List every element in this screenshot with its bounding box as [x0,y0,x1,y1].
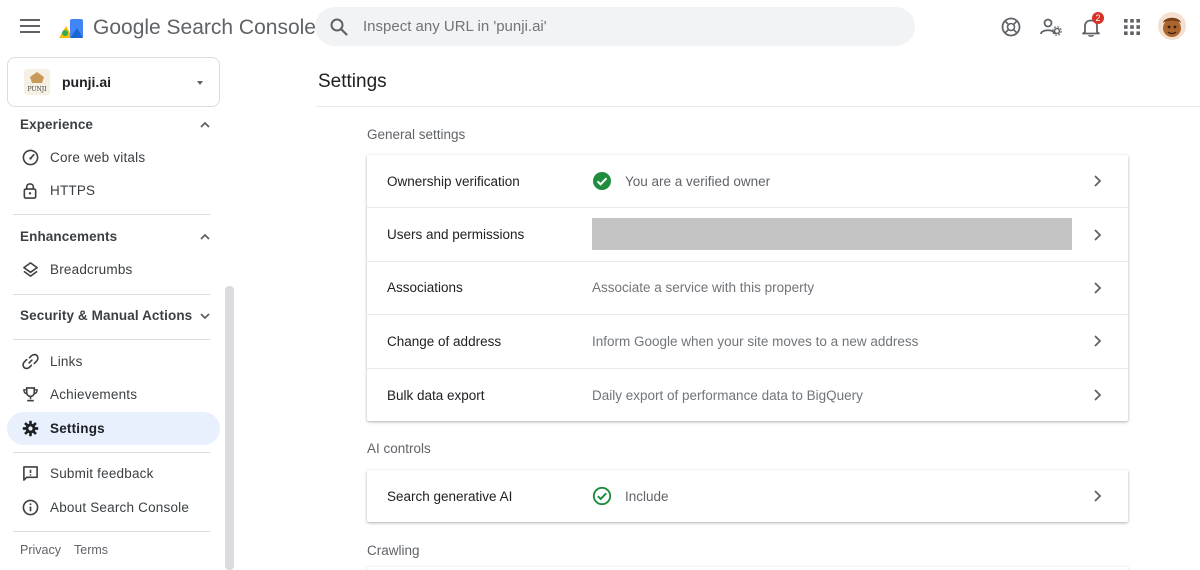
redacted-value [592,218,1072,251]
terms-link[interactable]: Terms [74,543,108,557]
property-name: punji.ai [62,74,111,90]
sidebar-item-label: Achievements [50,387,138,402]
row-label: Associations [387,280,463,296]
row-label: Bulk data export [387,387,485,403]
sidebar-item-links[interactable]: Links [7,345,220,378]
sidebar-item-label: Settings [50,421,105,436]
gear-icon [21,420,39,438]
ai-controls-card: Search generative AI Include [367,470,1128,522]
section-label-ai-controls: AI controls [367,441,431,456]
chevron-right-icon [1094,389,1102,401]
trophy-icon [21,386,39,404]
apps-grid-icon [1124,19,1140,35]
sidebar-item-label: Breadcrumbs [50,262,133,277]
sidebar-item-https[interactable]: HTTPS [7,174,220,207]
account-avatar[interactable] [1158,12,1186,40]
row-label: Search generative AI [387,488,513,504]
sidebar-item-label: About Search Console [50,500,190,515]
chevron-right-icon [1094,490,1102,502]
sidebar-divider [13,339,210,340]
nav-section-enhancements[interactable]: Enhancements [20,229,210,244]
help-button[interactable] [999,15,1023,39]
chevron-right-icon [1094,282,1102,294]
layers-icon [21,261,39,279]
sidebar-item-core-web-vitals[interactable]: Core web vitals [7,141,220,174]
row-value: Inform Google when your site moves to a … [592,333,919,349]
section-label-crawling: Crawling [367,543,420,558]
url-inspection-search[interactable] [315,7,915,46]
nav-section-security[interactable]: Security & Manual Actions [20,308,210,323]
chevron-right-icon [1094,228,1102,241]
help-icon [1001,17,1021,37]
manage-accounts-icon [1040,18,1062,36]
menu-icon [20,19,40,33]
notification-count-badge: 2 [1092,12,1104,24]
sidebar-item-breadcrumbs[interactable]: Breadcrumbs [7,253,220,286]
link-icon [21,353,39,371]
check-circle-outline-icon [592,486,612,506]
manage-users-button[interactable] [1039,15,1063,39]
row-value: Include [625,488,669,504]
nav-section-experience[interactable]: Experience [20,117,210,132]
sidebar-divider [13,214,210,215]
sidebar-item-about[interactable]: About Search Console [7,491,220,524]
settings-row-change-of-address[interactable]: Change of address Inform Google when you… [367,315,1128,369]
chevron-down-icon [200,312,210,319]
row-label: Ownership verification [387,173,520,189]
property-logo-text: PUNJI [27,86,47,93]
sidebar-item-label: Links [50,354,83,369]
google-apps-button[interactable] [1120,15,1144,39]
page-title: Settings [318,71,387,92]
property-logo-icon: PUNJI [24,69,50,95]
search-console-logo-icon [59,19,83,38]
privacy-link[interactable]: Privacy [20,543,61,557]
row-label: Change of address [387,333,502,349]
top-bar: Google Search Console 2 [0,0,1200,56]
settings-row-associations[interactable]: Associations Associate a service with th… [367,262,1128,316]
row-value: You are a verified owner [625,173,771,189]
speedometer-icon [21,149,39,167]
search-icon [330,18,348,36]
check-circle-icon [593,172,611,191]
row-value: Daily export of performance data to BigQ… [592,387,863,403]
sidebar-item-achievements[interactable]: Achievements [7,378,220,411]
settings-row-bulk-data-export[interactable]: Bulk data export Daily export of perform… [367,369,1128,422]
settings-row-ownership-verification[interactable]: Ownership verification You are a verifie… [367,155,1128,209]
info-icon [21,499,39,517]
chevron-right-icon [1094,335,1102,347]
sidebar-divider [13,294,210,295]
sidebar-item-submit-feedback[interactable]: Submit feedback [7,457,220,490]
main-menu-button[interactable] [16,12,44,40]
nav-section-label: Security & Manual Actions [20,308,193,323]
lock-icon [21,182,39,200]
settings-row-search-generative-ai[interactable]: Search generative AI Include [367,470,1128,522]
sidebar-divider [13,452,210,453]
row-value: Associate a service with this property [592,280,815,296]
caret-down-icon [197,81,203,85]
chevron-right-icon [1094,175,1102,187]
chevron-up-icon [200,233,210,240]
avatar-icon [1158,12,1186,40]
feedback-icon [21,465,39,483]
sidebar-item-label: HTTPS [50,183,96,198]
sidebar-scrollbar[interactable] [225,286,234,570]
nav-section-label: Enhancements [20,229,118,244]
sidebar-item-label: Core web vitals [50,150,146,165]
general-settings-card: Ownership verification You are a verifie… [367,155,1128,421]
url-inspection-input[interactable] [363,18,883,35]
sidebar-item-label: Submit feedback [50,466,154,481]
nav-section-label: Experience [20,117,94,132]
app-title[interactable]: Google Search Console [93,16,316,40]
title-divider [316,106,1200,107]
property-selector[interactable]: PUNJI punji.ai [7,57,220,107]
section-label-general: General settings [367,127,466,142]
sidebar-divider [13,531,210,532]
row-label: Users and permissions [387,227,525,243]
sidebar-item-settings[interactable]: Settings [7,412,220,445]
chevron-up-icon [200,121,210,128]
settings-row-users-permissions[interactable]: Users and permissions [367,208,1128,262]
